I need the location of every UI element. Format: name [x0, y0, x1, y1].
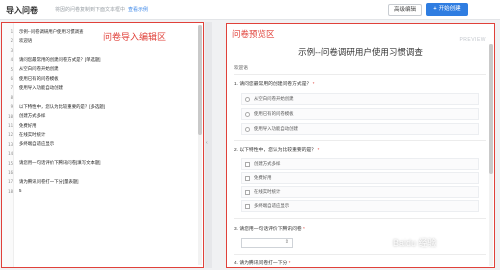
editor-line-text: 5	[19, 188, 22, 194]
advanced-edit-button[interactable]: 高级编辑	[388, 4, 422, 16]
required-mark: *	[288, 261, 291, 266]
divider-line	[234, 254, 486, 255]
editor-line-text: 多终端自适应显示	[19, 141, 55, 147]
checkbox-icon	[245, 203, 250, 209]
line-number: 15	[8, 160, 13, 166]
editor-line-text: 示例--问卷调研用户使用习惯调查	[19, 28, 84, 34]
question-3-title: 3. 请您用一句话评价下腾讯问卷 *	[234, 225, 305, 232]
create-button-label: 开始创建	[438, 6, 461, 12]
line-number: 9	[10, 104, 13, 110]
line-number: 16	[8, 170, 13, 175]
option-label: 使用导入功能自动创建	[254, 126, 298, 131]
chevron-updown-icon: ⇕	[284, 239, 289, 245]
line-number: 10	[8, 113, 13, 119]
survey-welcome: 欢迎语	[234, 65, 248, 70]
option-label: 创建方式多样	[254, 161, 281, 166]
question-4-title: 4. 请为腾讯问卷打一下分 *	[234, 259, 291, 266]
editor-line-text: 使用导入功能自动创建	[19, 84, 63, 90]
line-number: 1	[10, 29, 13, 34]
radio-icon	[245, 96, 250, 102]
editor-area-label: 问卷导入编辑区	[103, 32, 167, 42]
radio-option[interactable]: 从空白问卷开始创建	[241, 93, 479, 105]
editor-line-text: 请您用一句话评价下腾讯问卷[填写文本题]	[19, 160, 101, 166]
checkbox-icon	[245, 189, 250, 195]
checkbox-option[interactable]: 多终端自适应显示	[241, 200, 479, 212]
option-label: 多终端自适应显示	[254, 203, 290, 208]
radio-icon	[245, 111, 250, 117]
line-number-gutter: 1 2 3 4 5 6 7 8 9 10 11 12 13 14 15 16 17 18	[2, 23, 14, 267]
radio-option[interactable]: 使用已有的问卷模板	[241, 108, 479, 120]
checkbox-icon	[245, 161, 250, 167]
question-1-title: 1. 请问您最常用的创建问卷方式是？ *	[234, 80, 315, 87]
question-2-title: 2. 以下特性中，您认为比较重要的是？ *	[234, 146, 319, 153]
preview-badge: PREVIEW	[459, 37, 486, 43]
preview-panel: 问卷预览区 PREVIEW 示例--问卷调研用户使用习惯调查 欢迎语 1. 请问…	[226, 23, 495, 268]
editor-line-text: 在线实时统计	[19, 131, 46, 137]
question-4-text: 4. 请为腾讯问卷打一下分	[234, 261, 288, 266]
top-bar: 导入问卷 将因的问卷复制到下面文本框中 查看示例 高级编辑 + 开始创建	[0, 0, 500, 20]
line-number: 11	[8, 123, 13, 128]
preview-scrollbar[interactable]	[489, 44, 493, 266]
import-hint: 将因的问卷复制到下面文本框中 查看示例	[55, 6, 148, 13]
option-label: 在线实时统计	[254, 189, 281, 194]
page-title: 导入问卷	[6, 6, 38, 15]
line-number: 5	[10, 66, 13, 72]
editor-line-text: 请问您最常用的创建问卷方式是？[单选题]	[19, 56, 101, 62]
panel-divider[interactable]: ‹	[205, 22, 212, 268]
line-number: 18	[8, 188, 13, 194]
plus-icon: +	[433, 6, 437, 12]
editor-line-text: 免费好用	[19, 122, 37, 128]
preview-scroll-thumb[interactable]	[489, 44, 493, 174]
editor-line-text: 以下特性中，您认为比较重要的是？[多选题]	[19, 103, 105, 109]
question-2-text: 2. 以下特性中，您认为比较重要的是？	[234, 148, 317, 153]
radio-option[interactable]: 使用导入功能自动创建	[241, 123, 479, 135]
line-number: 6	[10, 76, 13, 81]
required-mark: *	[303, 227, 305, 232]
collapse-arrow-icon[interactable]: ‹	[206, 140, 208, 146]
editor-scrollbar[interactable]	[198, 25, 202, 265]
option-label: 免费好用	[254, 175, 272, 180]
line-number: 7	[10, 85, 13, 91]
survey-title: 示例--问卷调研用户使用习惯调查	[298, 47, 423, 57]
option-label: 从空白问卷开始创建	[254, 96, 294, 101]
option-label: 使用已有的问卷模板	[254, 111, 294, 116]
radio-icon	[245, 126, 250, 132]
line-number: 13	[8, 141, 13, 147]
divider-line	[234, 140, 486, 141]
preview-area-label: 问卷预览区	[232, 29, 275, 39]
divider-line	[234, 74, 486, 75]
required-mark: *	[317, 148, 320, 153]
question-3-text: 3. 请您用一句话评价下腾讯问卷	[234, 227, 302, 232]
line-number: 12	[8, 132, 13, 138]
editor-line-text: 使用已有的问卷模板	[19, 75, 59, 81]
required-mark: *	[312, 82, 315, 87]
line-number: 8	[10, 94, 13, 100]
line-number: 3	[10, 47, 13, 53]
view-example-link[interactable]: 查看示例	[128, 7, 148, 13]
editor-line-text: 请为腾讯问卷打一下分[量表题]	[19, 178, 79, 184]
line-number: 14	[8, 151, 13, 157]
import-editor[interactable]: 1 2 3 4 5 6 7 8 9 10 11 12 13 14 15 16 17 18 示例--问卷调研用户使用…	[1, 22, 204, 268]
create-button[interactable]: + 开始创建	[426, 3, 468, 16]
divider-line	[234, 218, 486, 219]
editor-line-text: 创建方式多样	[19, 113, 46, 119]
line-number: 4	[10, 57, 13, 63]
line-number: 2	[10, 38, 13, 44]
answer-select[interactable]: ⇕	[241, 238, 293, 248]
checkbox-icon	[245, 175, 250, 181]
editor-line-text: 从空白问卷开始创建	[19, 66, 59, 72]
checkbox-option[interactable]: 在线实时统计	[241, 186, 479, 198]
watermark: Baidu 经验	[393, 238, 437, 248]
question-1-text: 1. 请问您最常用的创建问卷方式是？	[234, 82, 312, 87]
checkbox-option[interactable]: 创建方式多样	[241, 158, 479, 170]
line-number: 17	[8, 179, 13, 185]
editor-line-text: 欢迎语	[19, 37, 33, 43]
hint-text: 将因的问卷复制到下面文本框中	[55, 7, 126, 13]
editor-scroll-thumb[interactable]	[198, 25, 202, 135]
checkbox-option[interactable]: 免费好用	[241, 172, 479, 184]
